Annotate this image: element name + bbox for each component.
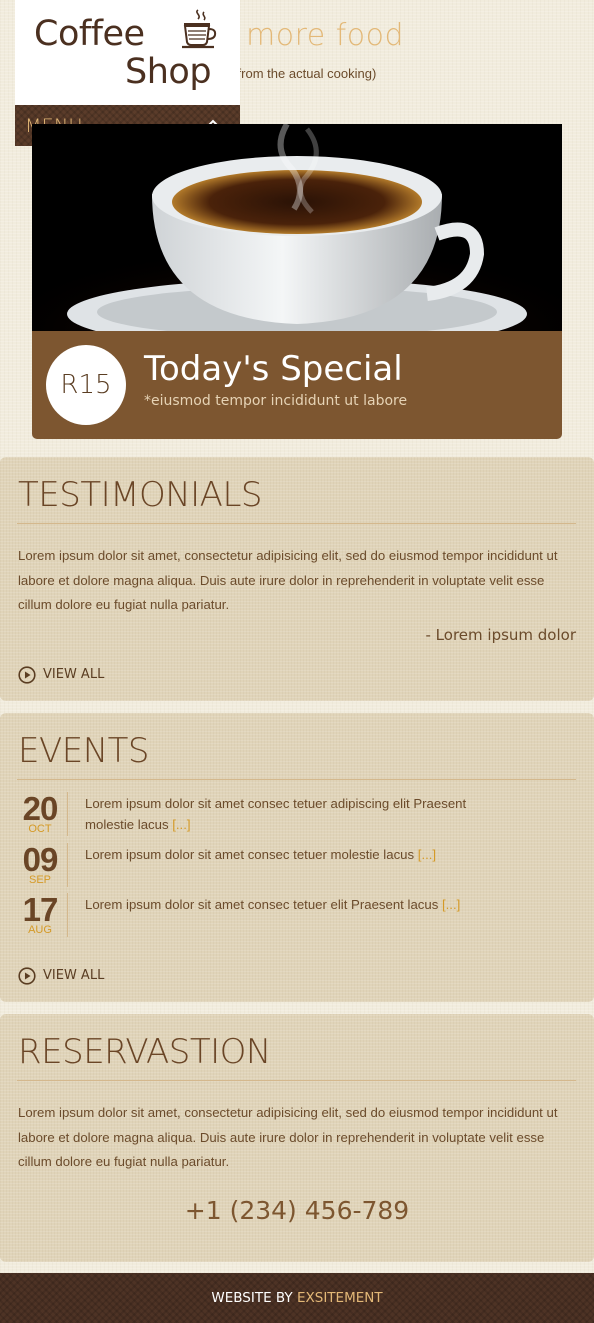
section-title: EVENTS — [18, 731, 150, 771]
hero-title: more food — [246, 18, 405, 53]
event-text: Lorem ipsum dolor sit amet consec tetuer… — [85, 796, 467, 832]
read-more-link[interactable]: [...] — [418, 847, 436, 862]
coffee-cup-photo — [32, 124, 562, 331]
reservation-text: Lorem ipsum dolor sit amet, consectetur … — [18, 1105, 558, 1169]
event-date: 17 AUG — [18, 893, 62, 936]
divider — [17, 1080, 576, 1081]
logo[interactable]: Coffee Shop — [15, 0, 240, 105]
testimonials-panel: TESTIMONIALS Lorem ipsum dolor sit amet,… — [0, 457, 594, 701]
view-all-label: VIEW ALL — [43, 667, 105, 682]
event-day: 20 — [22, 790, 59, 827]
read-more-link[interactable]: [...] — [442, 897, 460, 912]
event-date: 20 OCT — [18, 792, 62, 835]
testimonial-text: Lorem ipsum dolor sit amet, consectetur … — [18, 548, 558, 612]
testimonial-author: - Lorem ipsum dolor — [425, 626, 577, 644]
special-title: Today's Special — [144, 349, 403, 389]
event-text: Lorem ipsum dolor sit amet consec tetuer… — [85, 847, 437, 862]
special-subtitle: *eiusmod tempor incididunt ut labore — [144, 393, 408, 409]
view-all-label: VIEW ALL — [43, 968, 105, 983]
footer-credit-link[interactable]: EXSITEMENT — [297, 1290, 383, 1306]
view-all-testimonials-link[interactable]: VIEW ALL — [18, 664, 138, 686]
price-badge: R15 — [46, 345, 126, 425]
events-panel: EVENTS 20 OCT Lorem ipsum dolor sit amet… — [0, 713, 594, 1002]
divider — [67, 843, 68, 887]
event-text: Lorem ipsum dolor sit amet consec tetuer… — [85, 897, 461, 912]
divider — [67, 792, 68, 836]
coffee-cup-icon — [182, 9, 217, 49]
logo-line-coffee: Coffee — [34, 14, 145, 54]
play-circle-icon — [18, 967, 36, 985]
divider — [17, 779, 576, 780]
divider — [17, 523, 576, 524]
read-more-link[interactable]: [...] — [172, 817, 190, 832]
footer-credit: WEBSITE BY EXSITEMENT — [211, 1290, 383, 1306]
event-day: 09 — [22, 841, 59, 878]
hero-subtitle: rt from the actual cooking) — [226, 66, 377, 81]
footer: WEBSITE BY EXSITEMENT — [0, 1273, 594, 1323]
divider — [67, 893, 68, 937]
special-info: R15 Today's Special *eiusmod tempor inci… — [32, 331, 562, 439]
phone-number[interactable]: +1 (234) 456-789 — [0, 1196, 594, 1225]
logo-line-shop: Shop — [125, 52, 212, 92]
event-day: 17 — [22, 891, 59, 928]
reservation-panel: RESERVASTION Lorem ipsum dolor sit amet,… — [0, 1014, 594, 1262]
section-title: RESERVASTION — [18, 1032, 271, 1072]
event-date: 09 SEP — [18, 843, 62, 886]
section-title: TESTIMONIALS — [18, 475, 262, 515]
view-all-events-link[interactable]: VIEW ALL — [18, 965, 138, 987]
todays-special-card[interactable]: R15 Today's Special *eiusmod tempor inci… — [32, 124, 562, 439]
play-circle-icon — [18, 666, 36, 684]
